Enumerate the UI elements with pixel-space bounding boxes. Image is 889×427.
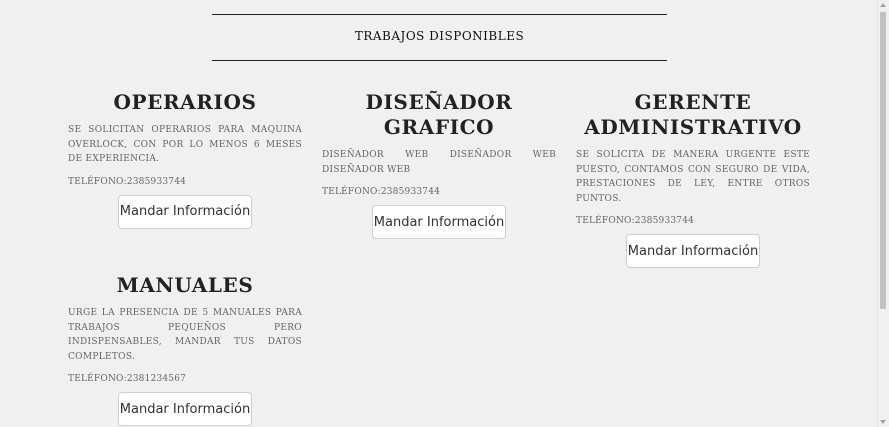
job-phone: TELÉFONO:2385933744: [322, 187, 441, 197]
send-info-button[interactable]: Mandar Información: [626, 234, 760, 268]
job-phone: TELÉFONO:2381234567: [68, 374, 187, 384]
job-title: OPERARIOS: [113, 90, 257, 114]
job-description: SE SOLICITAN OPERARIOS PARA MAQUINA OVER…: [68, 125, 302, 164]
send-info-button[interactable]: Mandar Información: [118, 392, 252, 426]
job-description: DISEÑADOR WEB DISEÑADOR WEB DISEÑADOR WE…: [322, 150, 556, 175]
top-divider: [212, 14, 667, 15]
send-info-button[interactable]: Mandar Información: [118, 194, 252, 229]
job-phone: TELÉFONO:2385933744: [68, 176, 187, 187]
job-description: SE SOLICITA DE MANERA URGENTE ESTE PUEST…: [576, 150, 810, 204]
job-title: DISEÑADOR GRAFICO: [365, 90, 513, 139]
job-phone: TELÉFONO:2385933744: [576, 216, 695, 226]
section-title: TRABAJOS DISPONIBLES: [354, 29, 525, 43]
send-info-button[interactable]: Mandar Información: [372, 205, 506, 239]
bottom-divider: [212, 60, 667, 61]
scroll-up-arrow-icon[interactable]: [880, 3, 886, 7]
job-title: GERENTE ADMINISTRATIVO: [584, 90, 802, 139]
vertical-scrollbar[interactable]: [877, 0, 889, 427]
scroll-thumb[interactable]: [880, 12, 886, 309]
job-description: URGE LA PRESENCIA DE 5 MANUALES PARA TRA…: [68, 308, 302, 362]
job-card-gerente-administrativo: GERENTE ADMINISTRATIVO SE SOLICITA DE MA…: [576, 90, 810, 268]
jobs-page: TRABAJOS DISPONIBLES OPERARIOS SE SOLICI…: [0, 0, 878, 427]
job-title: MANUALES: [116, 273, 254, 297]
job-card-operarios: OPERARIOS SE SOLICITAN OPERARIOS PARA MA…: [68, 90, 302, 229]
job-card-disenador-grafico: DISEÑADOR GRAFICO DISEÑADOR WEB DISEÑADO…: [322, 90, 556, 239]
job-card-manuales: MANUALES URGE LA PRESENCIA DE 5 MANUALES…: [68, 273, 302, 426]
scroll-down-arrow-icon[interactable]: [880, 420, 886, 424]
